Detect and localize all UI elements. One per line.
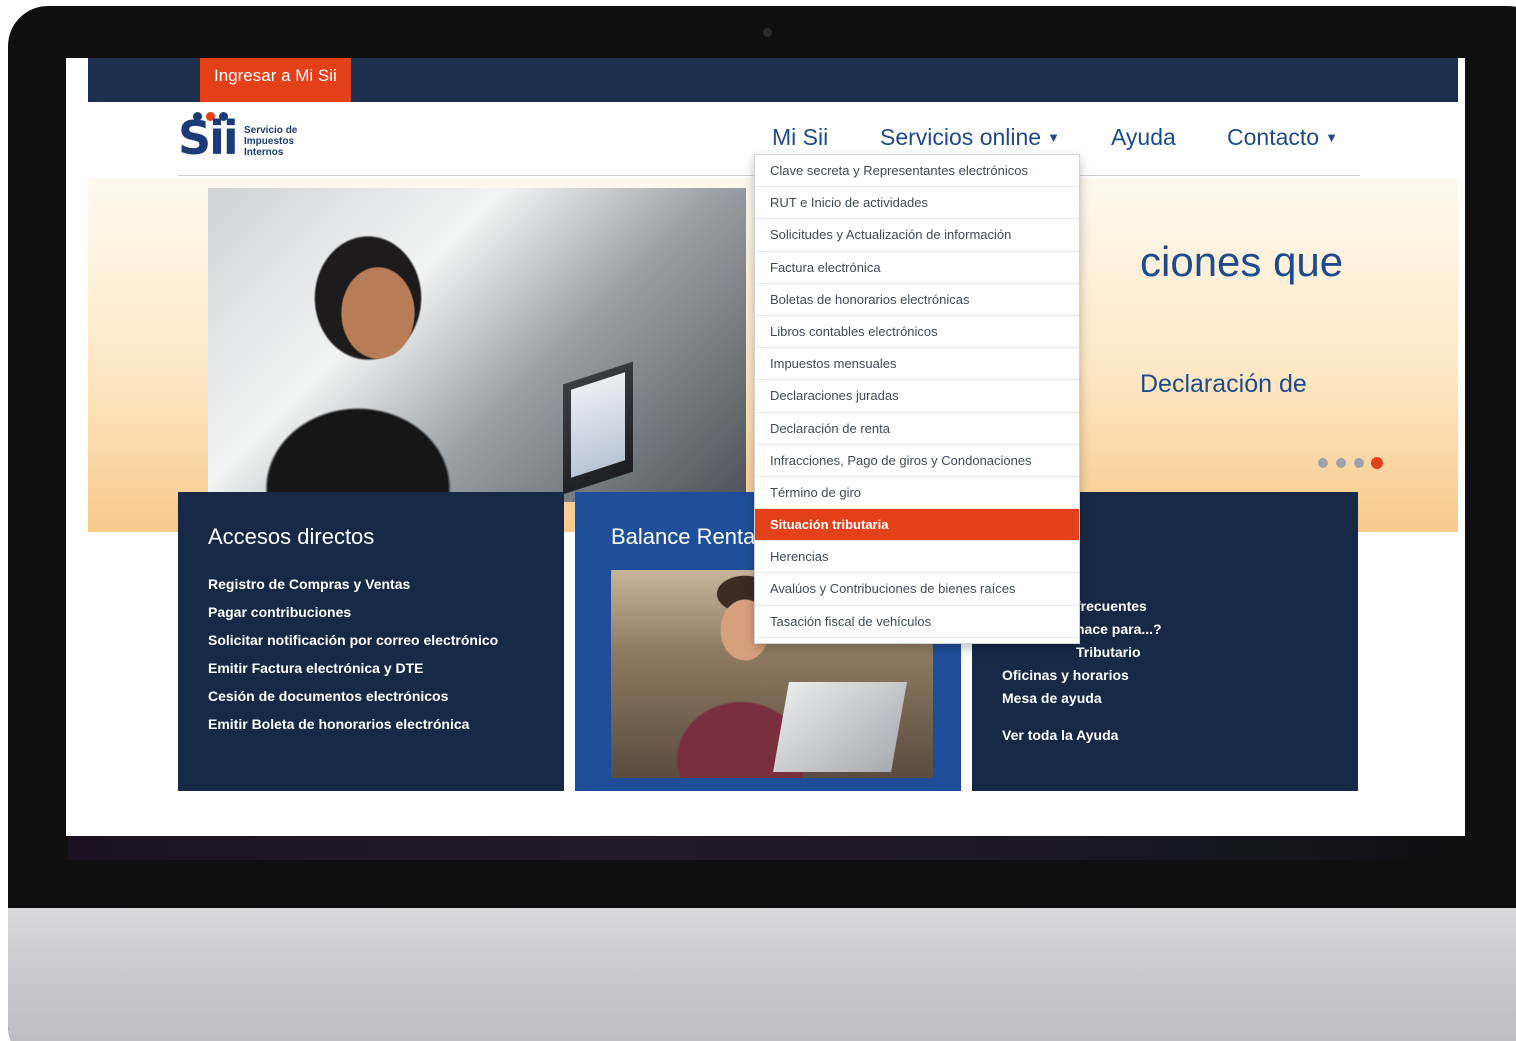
laptop-illustration	[563, 361, 633, 495]
caret-down-icon: ▼	[1047, 130, 1060, 145]
laptop-illustration	[773, 682, 907, 772]
card-link[interactable]: Solicitar notificación por correo electr…	[208, 626, 498, 654]
carousel-dot[interactable]	[1336, 458, 1346, 468]
browser-screen: Ingresar a Mi Sii Sii Servicio de Impues…	[66, 58, 1465, 836]
logo-text: Servicio de Impuestos Internos	[244, 125, 298, 158]
caret-down-icon: ▼	[1325, 130, 1338, 145]
login-mi-sii-button[interactable]: Ingresar a Mi Sii	[200, 58, 351, 102]
sii-logo[interactable]: Sii Servicio de Impuestos Internos	[178, 112, 338, 164]
card-link[interactable]: Oficinas y horarios	[1002, 664, 1162, 687]
card-link[interactable]: Emitir Boleta de honorarios electrónica	[208, 710, 498, 738]
hero-subtitle: Declaración de	[1140, 370, 1307, 398]
dropdown-item[interactable]: Clave secreta y Representantes electróni…	[755, 155, 1079, 188]
servicios-dropdown-menu: Clave secreta y Representantes electróni…	[754, 154, 1080, 644]
top-bar: Ingresar a Mi Sii	[88, 58, 1458, 102]
carousel-dot[interactable]	[1318, 458, 1328, 468]
nav-mi-sii[interactable]: Mi Sii	[772, 124, 828, 151]
camera-icon	[763, 28, 772, 37]
dropdown-item[interactable]: Herencias	[755, 541, 1079, 574]
logo-mark: Sii	[178, 111, 239, 165]
dropdown-item[interactable]: Impuestos mensuales	[755, 348, 1079, 381]
card-title: Balance Renta	[611, 524, 756, 549]
dropdown-item[interactable]: Declaración de renta	[755, 413, 1079, 445]
nav-servicios-online[interactable]: Servicios online ▼	[880, 124, 1060, 151]
dropdown-item[interactable]: Solicitudes y Actualización de informaci…	[755, 219, 1079, 252]
dropdown-item[interactable]: Declaraciones juradas	[755, 380, 1079, 413]
card-link[interactable]: Registro de Compras y Ventas	[208, 570, 498, 598]
dropdown-item[interactable]: Factura electrónica	[755, 252, 1079, 284]
card-link-all-help[interactable]: Ver toda la Ayuda	[1002, 724, 1162, 747]
main-nav: Mi Sii Servicios online ▼ Ayuda Contacto ▼	[760, 124, 1360, 154]
card-link[interactable]: Emitir Factura electrónica y DTE	[208, 654, 498, 682]
carousel-dot[interactable]	[1354, 458, 1364, 468]
nav-servicios-label: Servicios online	[880, 124, 1042, 150]
card-link[interactable]: Cesión de documentos electrónicos	[208, 682, 498, 710]
carousel-dot-active[interactable]	[1371, 457, 1383, 469]
dropdown-item-active[interactable]: Situación tributaria	[755, 509, 1079, 542]
card-accesos-directos: Accesos directos Registro de Compras y V…	[178, 492, 564, 791]
card-title: Accesos directos	[208, 524, 375, 549]
nav-contacto-label: Contacto	[1227, 124, 1320, 150]
nav-ayuda[interactable]: Ayuda	[1111, 124, 1176, 151]
card-link[interactable]: Mesa de ayuda	[1002, 687, 1162, 710]
card-links: Registro de Compras y Ventas Pagar contr…	[208, 570, 498, 738]
dropdown-item[interactable]: Término de giro	[755, 477, 1079, 510]
hero-title: ciones que	[1140, 238, 1344, 285]
monitor-frame: Ingresar a Mi Sii Sii Servicio de Impues…	[8, 6, 1516, 1041]
monitor-chin	[8, 908, 1516, 1041]
dropdown-item[interactable]: Tasación fiscal de vehículos	[755, 606, 1079, 638]
dropdown-item[interactable]: RUT e Inicio de actividades	[755, 187, 1079, 220]
dropdown-item[interactable]: Libros contables electrónicos	[755, 316, 1079, 349]
dropdown-item[interactable]: Avalúos y Contribuciones de bienes raíce…	[755, 573, 1079, 606]
card-link[interactable]: Tributario	[1002, 641, 1162, 664]
screen-reflection	[68, 836, 1468, 860]
card-link[interactable]: Pagar contribuciones	[208, 598, 498, 626]
dropdown-item[interactable]: Boletas de honorarios electrónicas	[755, 284, 1079, 316]
nav-contacto[interactable]: Contacto ▼	[1227, 124, 1338, 151]
hero-photo	[208, 188, 746, 502]
dropdown-item[interactable]: Infracciones, Pago de giros y Condonacio…	[755, 445, 1079, 477]
